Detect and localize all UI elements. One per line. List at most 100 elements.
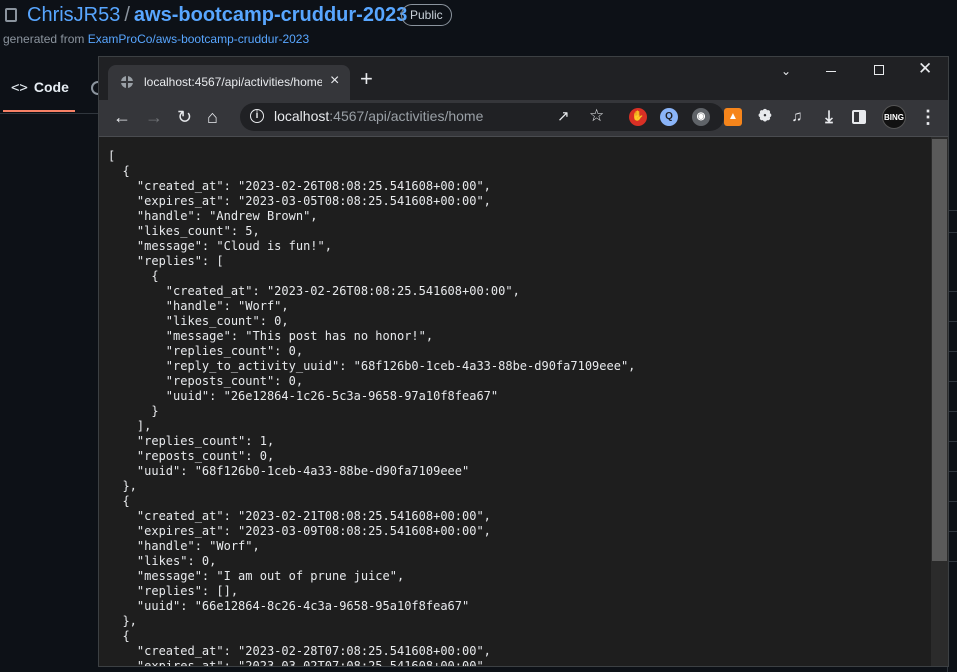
url-text[interactable]: localhost:4567/api/activities/home <box>274 108 483 124</box>
repo-separator: / <box>124 4 130 26</box>
json-line: "uuid": "68f126b0-1ceb-4a33-88be-d90fa71… <box>136 464 470 478</box>
json-line: "reposts_count": 0, <box>165 374 304 388</box>
chevron-down-icon[interactable]: ⌄ <box>781 63 791 79</box>
browser-toolbar: ← → ↻ ⌂ i localhost:4567/api/activities/… <box>99 100 948 137</box>
json-line: "created_at": "2023-02-28T07:08:25.54160… <box>136 644 491 658</box>
json-line: ], <box>136 419 152 433</box>
home-icon[interactable]: ⌂ <box>207 107 218 127</box>
forward-arrow-icon[interactable]: → <box>145 107 163 127</box>
divider <box>948 210 957 211</box>
visibility-badge: Public <box>401 4 452 26</box>
puzzle-icon[interactable]: ❁ <box>756 108 774 126</box>
template-repo-link[interactable]: ExamProCo/aws-bootcamp-cruddur-2023 <box>88 32 309 46</box>
generated-prefix: generated from <box>3 32 88 46</box>
download-icon[interactable]: ⤓ <box>820 108 838 126</box>
json-line: { <box>151 269 159 283</box>
json-line: "likes_count": 5, <box>136 224 260 238</box>
tab-divider <box>0 113 100 114</box>
json-line: }, <box>122 479 137 493</box>
browser-tab[interactable]: localhost:4567/api/activities/home × <box>108 65 350 100</box>
close-icon[interactable]: × <box>330 72 339 90</box>
back-arrow-icon[interactable]: ← <box>113 107 131 127</box>
tab-code-label: Code <box>33 79 69 95</box>
json-line: "created_at": "2023-02-21T08:08:25.54160… <box>136 509 491 523</box>
divider <box>948 381 957 382</box>
star-icon[interactable]: ☆ <box>589 106 604 126</box>
tab-strip: localhost:4567/api/activities/home × + ⌄… <box>99 57 948 100</box>
json-line: { <box>122 629 130 643</box>
spy-icon[interactable]: ◉ <box>692 108 710 126</box>
address-bar[interactable]: i localhost:4567/api/activities/home ↗ ☆ <box>240 103 724 131</box>
json-line: } <box>151 404 159 418</box>
divider <box>948 351 957 352</box>
json-line: "reposts_count": 0, <box>136 449 275 463</box>
json-line: }, <box>122 614 137 628</box>
ublock-icon[interactable]: ✋ <box>629 108 647 126</box>
json-line: [ <box>108 149 116 163</box>
json-line: "replies_count": 1, <box>136 434 275 448</box>
json-line: "message": "This post has no honor!", <box>165 329 434 343</box>
sidepanel-icon[interactable] <box>852 110 866 124</box>
lens-icon[interactable]: Q <box>660 108 678 126</box>
generated-from-text: generated from ExamProCo/aws-bootcamp-cr… <box>3 32 309 46</box>
github-sidebar-fragment <box>947 136 957 672</box>
globe-icon <box>121 76 133 88</box>
repo-owner-link[interactable]: ChrisJR53 <box>27 4 120 26</box>
divider <box>948 321 957 322</box>
reload-icon[interactable]: ↻ <box>177 107 192 127</box>
maximize-button[interactable] <box>874 65 884 75</box>
divider <box>948 291 957 292</box>
repo-icon <box>5 8 17 22</box>
json-line: "likes_count": 0, <box>165 314 289 328</box>
json-line: "handle": "Andrew Brown", <box>136 209 318 223</box>
divider <box>948 411 957 412</box>
json-line: "replies": [], <box>136 584 239 598</box>
vertical-scrollbar[interactable] <box>931 137 948 666</box>
json-line: "handle": "Worf", <box>165 299 289 313</box>
tab-code-underline <box>3 110 75 112</box>
tab-title: localhost:4567/api/activities/home <box>144 75 322 89</box>
repo-name-link[interactable]: aws-bootcamp-cruddur-2023 <box>134 4 407 26</box>
scrollbar-thumb[interactable] <box>932 139 947 561</box>
browser-window: localhost:4567/api/activities/home × + ⌄… <box>99 57 948 666</box>
json-line: "replies": [ <box>136 254 224 268</box>
json-line: "expires_at": "2023-03-02T07:08:25.54160… <box>136 659 491 666</box>
json-line: "expires_at": "2023-03-05T08:08:25.54160… <box>136 194 491 208</box>
page-content: [ { "created_at": "2023-02-26T08:08:25.5… <box>99 137 931 666</box>
share-icon[interactable]: ↗ <box>557 107 570 125</box>
window-close-button[interactable]: ✕ <box>918 60 932 77</box>
new-tab-button[interactable]: + <box>360 68 373 90</box>
json-line: "message": "Cloud is fun!", <box>136 239 332 253</box>
menu-icon[interactable]: ⋮ <box>919 108 937 126</box>
json-response: [ { "created_at": "2023-02-26T08:08:25.5… <box>108 149 635 666</box>
divider <box>948 441 957 442</box>
metamask-icon[interactable]: ▲ <box>724 108 742 126</box>
github-repo-header: ChrisJR53/aws-bootcamp-cruddur-2023 Publ… <box>0 0 957 57</box>
json-line: { <box>122 164 130 178</box>
json-line: "uuid": "26e12864-1c26-5c3a-9658-97a10f8… <box>165 389 499 403</box>
code-icon: <> <box>11 80 28 96</box>
tab-code[interactable]: <> Code <box>11 79 69 96</box>
repo-title: ChrisJR53/aws-bootcamp-cruddur-2023 <box>27 2 407 28</box>
json-line: "handle": "Worf", <box>136 539 260 553</box>
json-line: "uuid": "66e12864-8c26-4c3a-9658-95a10f8… <box>136 599 470 613</box>
minimize-button[interactable] <box>826 71 836 72</box>
json-line: { <box>122 494 130 508</box>
json-line: "created_at": "2023-02-26T08:08:25.54160… <box>136 179 491 193</box>
json-line: "expires_at": "2023-03-09T08:08:25.54160… <box>136 524 491 538</box>
url-host: localhost <box>274 108 330 124</box>
json-line: "likes": 0, <box>136 554 217 568</box>
bing-icon[interactable]: BING <box>882 105 906 129</box>
divider <box>948 471 957 472</box>
divider <box>948 232 957 233</box>
json-line: "created_at": "2023-02-26T08:08:25.54160… <box>165 284 520 298</box>
divider <box>948 561 957 562</box>
info-icon[interactable]: i <box>250 109 264 123</box>
url-path: :4567/api/activities/home <box>329 108 484 124</box>
divider <box>948 501 957 502</box>
divider <box>948 531 957 532</box>
json-line: "replies_count": 0, <box>165 344 304 358</box>
media-icon[interactable]: ♫ <box>788 108 806 126</box>
json-line: "reply_to_activity_uuid": "68f126b0-1ceb… <box>165 359 636 373</box>
json-line: "message": "I am out of prune juice", <box>136 569 405 583</box>
